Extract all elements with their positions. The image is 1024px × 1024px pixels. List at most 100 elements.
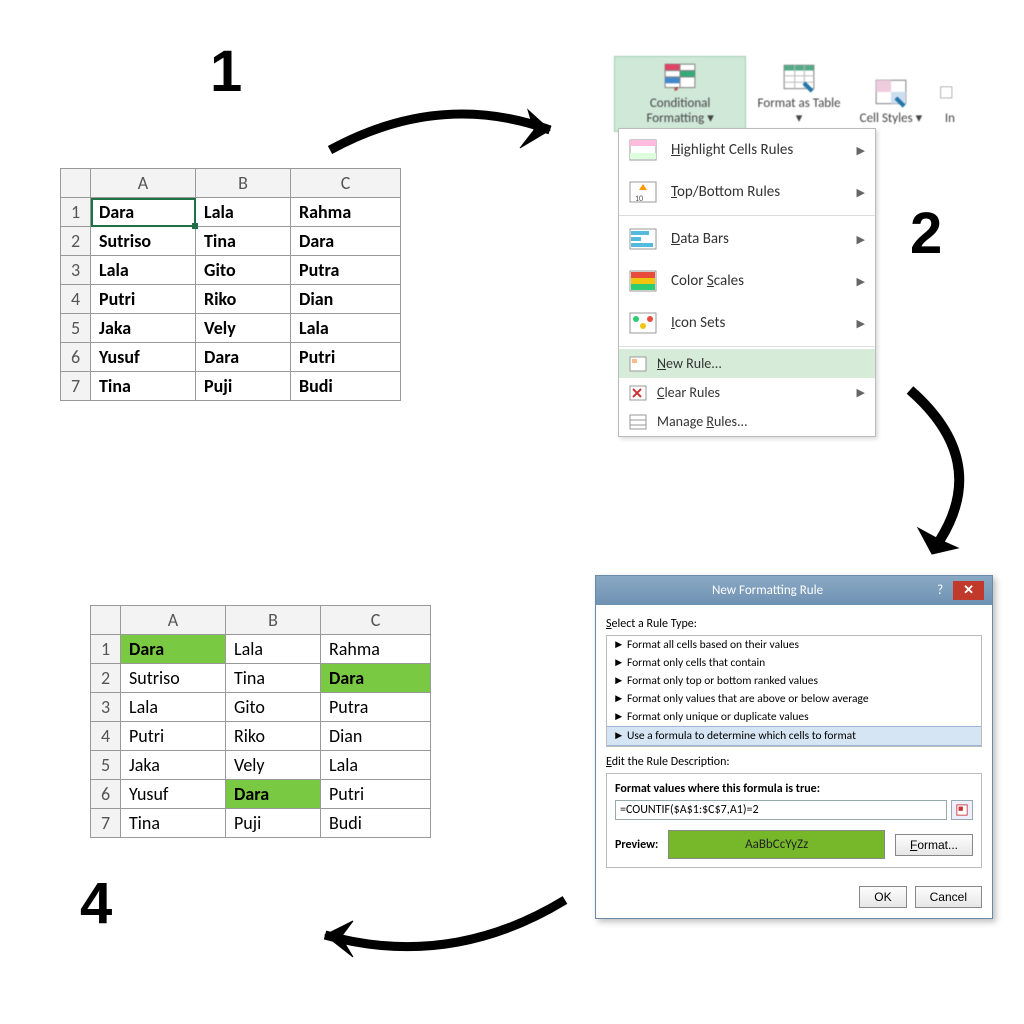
menu-new-rule[interactable]: New Rule... [619, 349, 875, 378]
cell[interactable]: Dian [321, 722, 431, 751]
rule-type-item[interactable]: ► Format only cells that contain [607, 654, 981, 672]
cell[interactable]: Vely [196, 314, 291, 343]
format-button[interactable]: Format... [895, 834, 973, 856]
col-header-b[interactable]: B [226, 606, 321, 635]
step-2-label: 2 [910, 200, 942, 267]
cell-highlighted[interactable]: Dara [226, 780, 321, 809]
menu-color-scales[interactable]: Color Scales▶ [619, 260, 875, 302]
row-header[interactable]: 3 [91, 693, 121, 722]
formula-input[interactable] [615, 800, 947, 820]
cell[interactable]: Dara [196, 343, 291, 372]
cell[interactable]: Lala [291, 314, 401, 343]
cell[interactable]: Gito [226, 693, 321, 722]
col-header-c[interactable]: C [321, 606, 431, 635]
cell[interactable]: Putri [121, 722, 226, 751]
help-button[interactable]: ? [931, 583, 949, 598]
conditional-formatting-menu: Highlight Cells Rules▶ 10 Top/Bottom Rul… [618, 128, 876, 437]
cell[interactable]: Sutriso [121, 664, 226, 693]
menu-data-bars[interactable]: Data Bars▶ [619, 218, 875, 260]
cell[interactable]: Tina [121, 809, 226, 838]
rule-type-item[interactable]: ► Format all cells based on their values [607, 636, 981, 654]
row-header[interactable]: 6 [91, 780, 121, 809]
col-header-c[interactable]: C [291, 169, 401, 198]
rule-type-list[interactable]: ► Format all cells based on their values… [606, 635, 982, 747]
cell-c1[interactable]: Rahma [291, 198, 401, 227]
cell[interactable]: Yusuf [121, 780, 226, 809]
rule-type-item[interactable]: ► Format only top or bottom ranked value… [607, 672, 981, 690]
menu-top-bottom-rules[interactable]: 10 Top/Bottom Rules▶ [619, 171, 875, 213]
rule-type-item-selected[interactable]: ► Use a formula to determine which cells… [607, 726, 981, 746]
dialog-titlebar[interactable]: New Formatting Rule ? ✕ [596, 576, 992, 605]
cell[interactable]: Dara [291, 227, 401, 256]
cancel-button[interactable]: Cancel [915, 886, 982, 908]
cell[interactable]: Tina [226, 664, 321, 693]
select-all-corner[interactable] [61, 169, 91, 198]
cell[interactable]: Lala [321, 751, 431, 780]
cell[interactable]: Lala [91, 256, 196, 285]
cell[interactable]: Lala [121, 693, 226, 722]
spreadsheet-before: A B C 1DaraLalaRahma 2SutrisoTinaDara 3L… [60, 168, 401, 401]
cell[interactable]: Rahma [321, 635, 431, 664]
cell[interactable]: Vely [226, 751, 321, 780]
cell[interactable]: Tina [196, 227, 291, 256]
cell[interactable]: Riko [226, 722, 321, 751]
cell-a1[interactable]: Dara [91, 198, 196, 227]
cell[interactable]: Putra [291, 256, 401, 285]
rule-type-item[interactable]: ► Format only unique or duplicate values [607, 708, 981, 726]
cell[interactable]: Dian [291, 285, 401, 314]
cell[interactable]: Jaka [91, 314, 196, 343]
cell[interactable]: Tina [91, 372, 196, 401]
col-header-a[interactable]: A [121, 606, 226, 635]
col-header-b[interactable]: B [196, 169, 291, 198]
menu-highlight-cells-rules[interactable]: Highlight Cells Rules▶ [619, 129, 875, 171]
preview-label: Preview: [615, 838, 658, 852]
cell[interactable]: Jaka [121, 751, 226, 780]
row-header[interactable]: 2 [61, 227, 91, 256]
select-rule-type-label: Select a Rule Type: [606, 617, 982, 631]
menu-clear-rules[interactable]: Clear Rules▶ [619, 378, 875, 407]
cell[interactable]: Putra [321, 693, 431, 722]
menu-manage-rules[interactable]: Manage Rules... [619, 407, 875, 436]
row-header[interactable]: 6 [61, 343, 91, 372]
rule-type-item[interactable]: ► Format only values that are above or b… [607, 690, 981, 708]
cell-styles-button[interactable]: Cell Styles ▾ [852, 56, 930, 132]
cell[interactable]: Puji [226, 809, 321, 838]
menu-label: Clear Rules [657, 384, 720, 401]
cell[interactable]: Putri [291, 343, 401, 372]
preview-sample: AaBbCcYyZz [668, 830, 885, 859]
format-as-table-button[interactable]: Format as Table ▾ [750, 56, 848, 132]
col-header-a[interactable]: A [91, 169, 196, 198]
row-header[interactable]: 5 [91, 751, 121, 780]
cell[interactable]: Riko [196, 285, 291, 314]
cell[interactable]: Putri [321, 780, 431, 809]
select-all-corner[interactable] [91, 606, 121, 635]
row-header[interactable]: 1 [91, 635, 121, 664]
row-header[interactable]: 4 [61, 285, 91, 314]
row-header[interactable]: 3 [61, 256, 91, 285]
row-header[interactable]: 2 [91, 664, 121, 693]
ok-button[interactable]: OK [859, 886, 906, 908]
menu-label: Icon Sets [671, 314, 725, 332]
cell[interactable]: Gito [196, 256, 291, 285]
cell-highlighted[interactable]: Dara [121, 635, 226, 664]
row-header[interactable]: 5 [61, 314, 91, 343]
row-header[interactable]: 4 [91, 722, 121, 751]
cell-b1[interactable]: Lala [196, 198, 291, 227]
cell[interactable]: Budi [291, 372, 401, 401]
row-header[interactable]: 1 [61, 198, 91, 227]
cell[interactable]: Sutriso [91, 227, 196, 256]
row-header[interactable]: 7 [61, 372, 91, 401]
cell[interactable]: Puji [196, 372, 291, 401]
menu-label: Data Bars [671, 230, 729, 248]
close-button[interactable]: ✕ [953, 581, 984, 600]
insert-button-partial[interactable]: In [934, 56, 966, 132]
cell[interactable]: Putri [91, 285, 196, 314]
row-header[interactable]: 7 [91, 809, 121, 838]
cell[interactable]: Budi [321, 809, 431, 838]
cell[interactable]: Lala [226, 635, 321, 664]
cell-highlighted[interactable]: Dara [321, 664, 431, 693]
range-selector-button[interactable] [951, 800, 973, 820]
menu-icon-sets[interactable]: Icon Sets▶ [619, 302, 875, 344]
conditional-formatting-button[interactable]: ≠ Conditional Formatting ▾ [614, 56, 746, 132]
cell[interactable]: Yusuf [91, 343, 196, 372]
